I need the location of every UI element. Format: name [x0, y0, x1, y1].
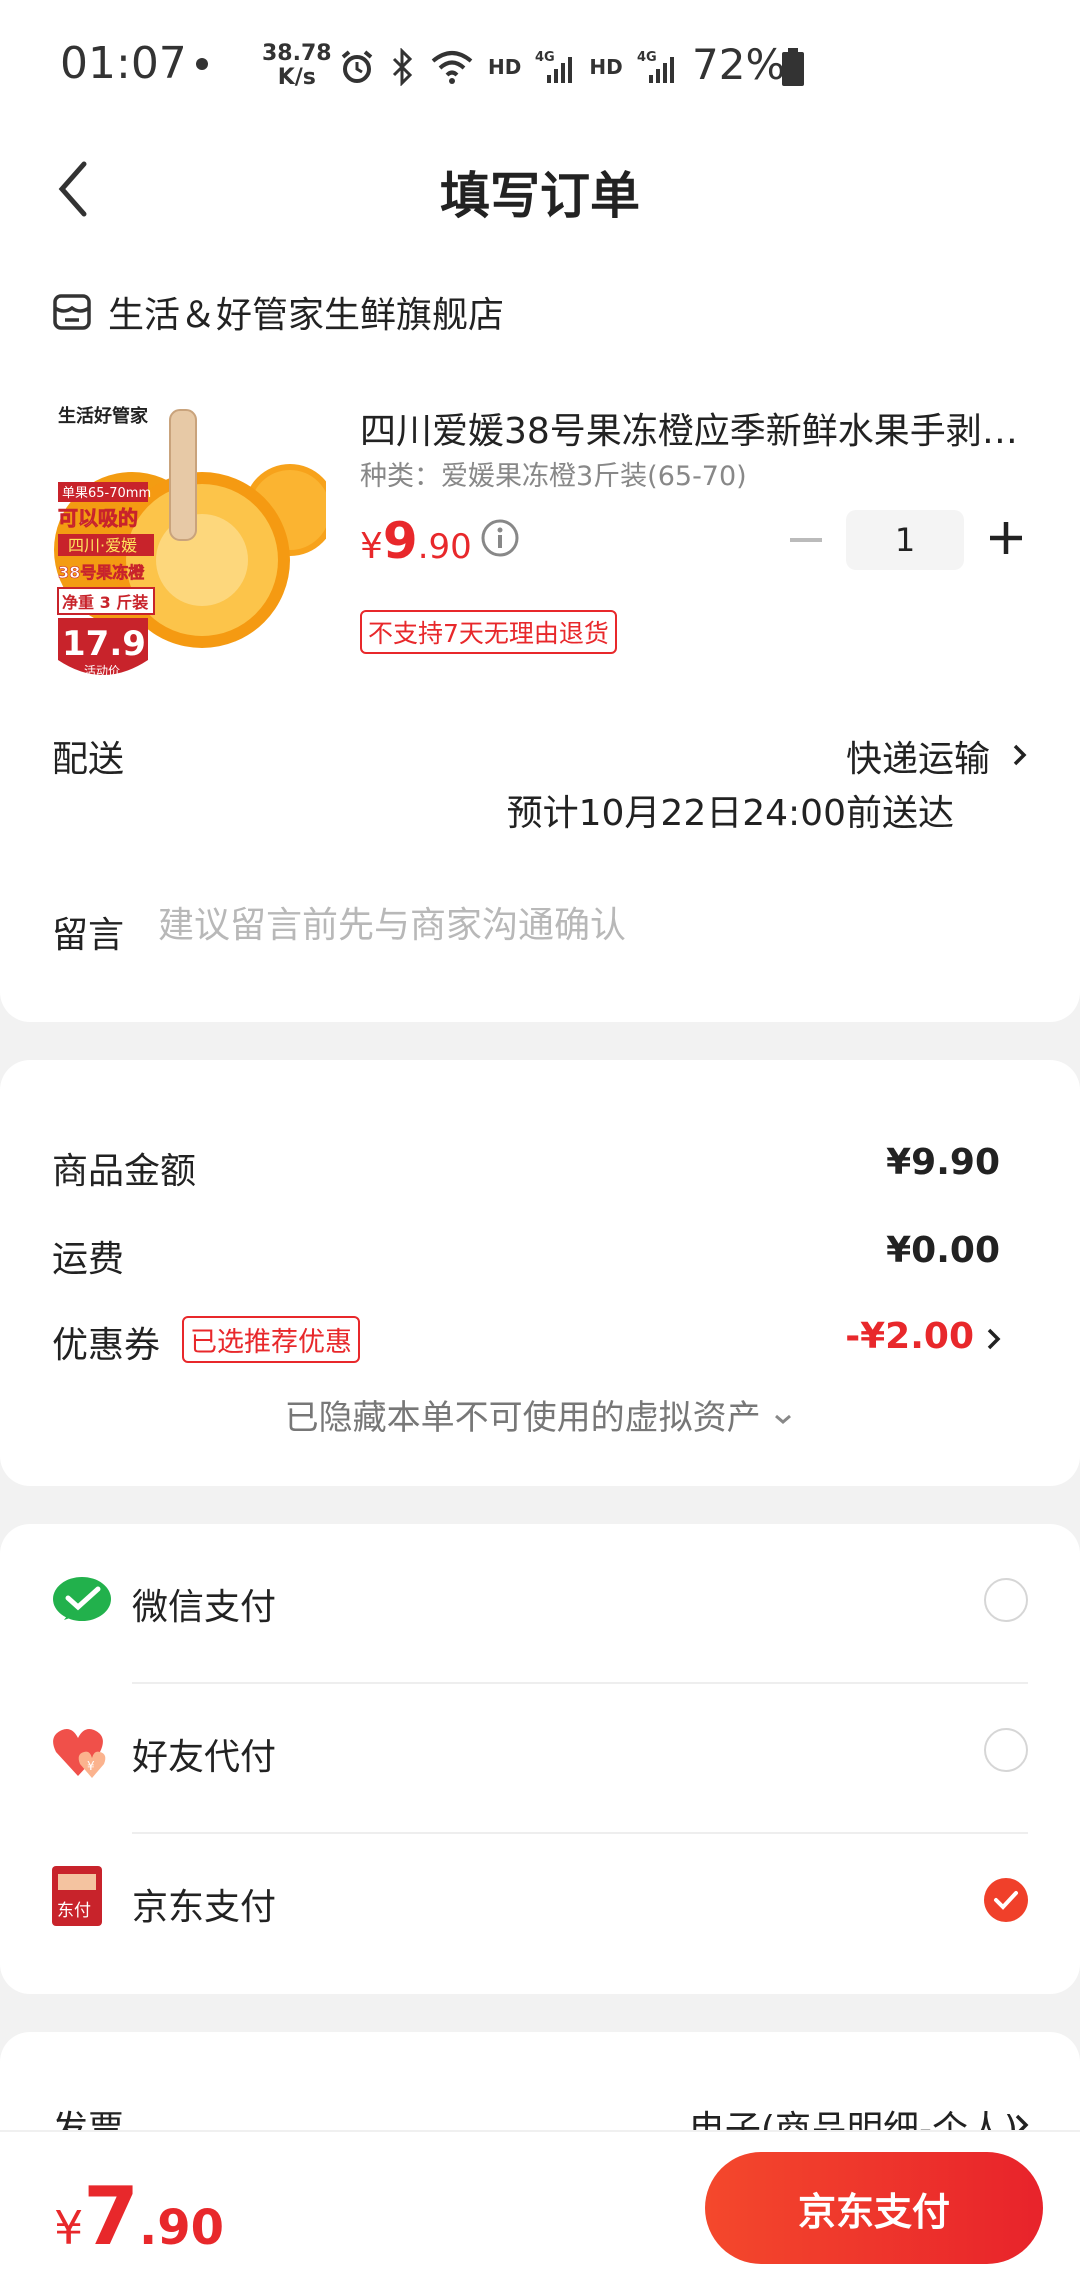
store-icon [53, 294, 91, 330]
product-spec: 种类：爱媛果冻橙3斤装(65-70) [360, 461, 747, 492]
check-icon [994, 1891, 1018, 1910]
alarm-icon [341, 50, 373, 83]
radio-button-checked[interactable] [984, 1878, 1028, 1922]
shipping-fee-row: 运费 ¥0.00 [52, 1230, 1000, 1282]
product-image-line3: 38号果冻橙 [58, 563, 145, 582]
goods-amount-value: ¥9.90 [886, 1142, 1000, 1183]
battery-percentage: 72% [692, 40, 786, 89]
store-name: 生活＆好管家生鲜旗舰店 [108, 295, 505, 336]
payment-label: 好友代付 [132, 1737, 277, 1778]
quantity-increment-button[interactable] [988, 520, 1024, 556]
product-image[interactable]: 生活好管家 单果65-70mm 可以吸的 四川·爱媛 38号果冻橙 净重 3 斤… [52, 400, 326, 692]
product-price-int: 9 [382, 512, 418, 570]
pay-button[interactable]: 京东支付 [705, 2152, 1043, 2264]
info-icon[interactable] [480, 518, 520, 558]
jd-pay-icon-text: 东付 [57, 1901, 91, 1921]
total-price: ¥7.90 [54, 2170, 224, 2263]
radio-button[interactable] [984, 1728, 1028, 1772]
radio-button[interactable] [984, 1578, 1028, 1622]
payment-methods-card: 微信支付 ¥ 好友代付 东付 京东支付 [0, 1524, 1080, 1994]
wifi-icon [431, 51, 473, 84]
chevron-right-icon[interactable] [984, 1324, 1004, 1354]
wechat-pay-icon [53, 1577, 111, 1621]
note-label: 留言 [52, 915, 125, 956]
coupon-value: -¥2.00 [845, 1316, 974, 1357]
status-time: 01:07 [60, 38, 187, 89]
product-image-price: 17.9 [62, 624, 146, 664]
product-image-weight: 净重 3 斤装 [62, 593, 148, 612]
payment-option-jd-pay[interactable]: 东付 京东支付 [52, 1824, 1028, 1974]
store-row[interactable]: 生活＆好管家生鲜旗舰店 [52, 286, 504, 338]
quantity-decrement-button[interactable] [790, 538, 822, 542]
total-price-dec: .90 [138, 2200, 224, 2256]
product-image-price-note: 活动价 [84, 664, 120, 678]
signal-4g-icon-2: 4G [637, 50, 674, 83]
product-price: ¥9.90 [360, 512, 472, 570]
product-image-line1: 可以吸的 [58, 506, 138, 530]
hidden-assets-text: 已隐藏本单不可使用的虚拟资产 [284, 1398, 761, 1438]
hidden-assets-toggle[interactable]: 已隐藏本单不可使用的虚拟资产 [0, 1390, 1080, 1439]
chevron-right-icon[interactable] [1010, 740, 1030, 770]
goods-amount-row: 商品金额 ¥9.90 [52, 1142, 1000, 1194]
coupon-row[interactable]: 优惠券 已选推荐优惠 -¥2.00 [52, 1316, 1001, 1368]
signal-4g-icon: 4G [535, 50, 573, 83]
shipping-fee-value: ¥0.00 [886, 1230, 1000, 1271]
hd-indicator: HD [488, 55, 522, 79]
delivery-label: 配送 [52, 739, 125, 780]
network-speed-value: 38.78 [262, 41, 332, 66]
page-title: 填写订单 [440, 167, 640, 225]
notification-dot [196, 58, 208, 70]
status-bar: 01:07 38.78 K/s HD 4G HD 4G 72% [0, 0, 1080, 130]
hd-indicator-2: HD [589, 55, 623, 79]
coupon-label: 优惠券 [52, 1325, 161, 1366]
delivery-method[interactable]: 快递运输 [846, 730, 990, 782]
chevron-down-icon [775, 1414, 792, 1424]
product-image-line2: 四川·爱媛 [68, 536, 137, 555]
bluetooth-icon [392, 48, 413, 86]
friend-pay-heart-icon: ¥ [53, 1729, 106, 1778]
payment-label: 微信支付 [132, 1587, 277, 1628]
network-speed-unit: K/s [277, 65, 316, 90]
order-item-card: 生活＆好管家生鲜旗舰店 生活好管家 单果65-70mm 可以吸的 四川·爱媛 3… [0, 230, 1080, 1022]
payment-option-friend-pay[interactable]: ¥ 好友代付 [52, 1674, 1028, 1824]
coupon-badge: 已选推荐优惠 [182, 1316, 360, 1363]
delivery-eta: 预计10月22日24:00前送达 [506, 793, 954, 834]
shipping-fee-label: 运费 [52, 1239, 125, 1280]
total-price-int: 7 [83, 2170, 139, 2263]
goods-amount-label: 商品金额 [52, 1151, 197, 1192]
note-input[interactable] [158, 900, 958, 950]
svg-text:4G: 4G [637, 50, 657, 65]
product-title[interactable]: 四川爱媛38号果冻橙应季新鲜水果手剥橙子 [360, 402, 1030, 454]
bottom-checkout-bar: ¥7.90 京东支付 [0, 2130, 1080, 2282]
product-image-brand: 生活好管家 [58, 405, 149, 427]
jd-pay-icon: 东付 [52, 1866, 102, 1926]
return-policy-badge: 不支持7天无理由退货 [360, 610, 617, 654]
battery-icon [782, 48, 804, 86]
price-summary-card: 商品金额 ¥9.90 运费 ¥0.00 优惠券 已选推荐优惠 -¥2.00 已隐… [0, 1060, 1080, 1486]
total-price-currency: ¥ [54, 2201, 84, 2255]
svg-text:¥: ¥ [87, 1759, 95, 1773]
quantity-value[interactable]: 1 [846, 510, 964, 570]
network-speed: 38.78 K/s [262, 42, 332, 90]
status-icons: HD 4G HD 4G [338, 44, 677, 90]
product-price-dec: .90 [417, 527, 472, 567]
product-image-size: 单果65-70mm [62, 486, 151, 501]
svg-text:4G: 4G [535, 50, 555, 65]
payment-option-wechat[interactable]: 微信支付 [52, 1524, 1028, 1674]
payment-label: 京东支付 [132, 1887, 277, 1928]
product-price-currency: ¥ [360, 526, 383, 567]
